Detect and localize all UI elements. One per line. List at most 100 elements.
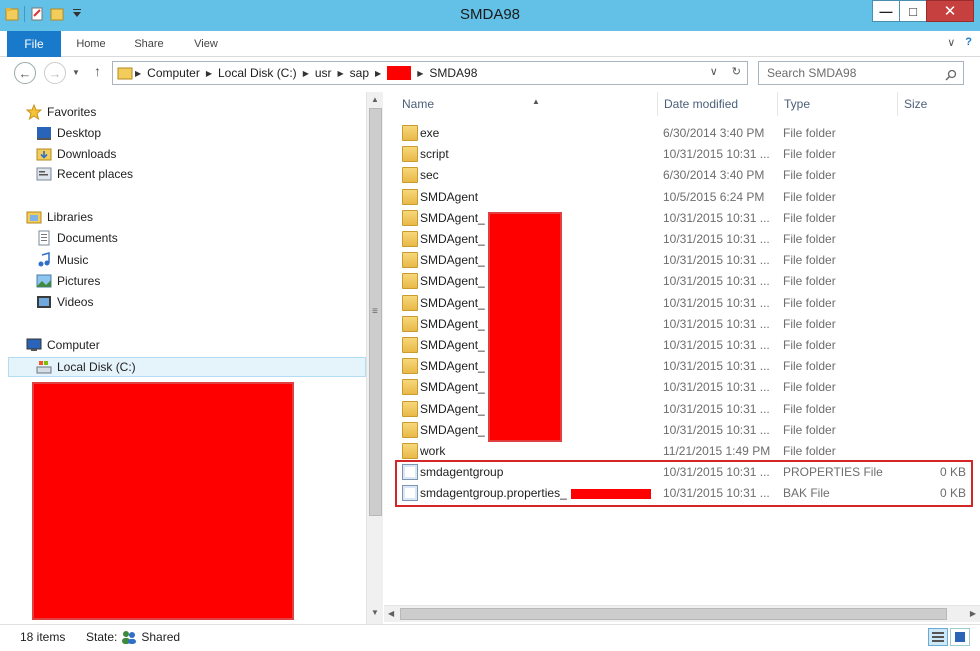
breadcrumb-current[interactable]: SMDA98	[429, 66, 477, 80]
table-row[interactable]: work 11/21/2015 1:49 PM File folder	[396, 441, 966, 462]
breadcrumb-separator-icon[interactable]: ▶	[303, 69, 309, 78]
nav-music[interactable]: Music	[36, 250, 88, 270]
nav-computer[interactable]: Computer	[26, 335, 100, 355]
folder-icon	[402, 146, 418, 163]
row-date: 10/31/2015 10:31 ...	[663, 380, 770, 395]
breadcrumb-sap[interactable]: sap	[350, 66, 369, 80]
table-row[interactable]: script 10/31/2015 10:31 ... File folder	[396, 144, 966, 165]
scrollbar-thumb[interactable]: ≡	[369, 108, 382, 516]
scroll-down-icon[interactable]: ▼	[371, 608, 379, 617]
table-row[interactable]: SMDAgent_ 10/31/2015 10:31 ... File folder	[396, 208, 966, 229]
table-row[interactable]: SMDAgent_ 10/31/2015 10:31 ... File folder	[396, 250, 966, 271]
back-arrow-icon: ←	[18, 65, 32, 81]
nav-recent-places[interactable]: Recent places	[36, 164, 133, 184]
refresh-icon[interactable]: ↻	[732, 65, 741, 78]
table-row[interactable]: SMDAgent_ 10/31/2015 10:31 ... File folder	[396, 293, 966, 314]
folder-icon	[402, 379, 418, 396]
table-row[interactable]: SMDAgent_ 10/31/2015 10:31 ... File folder	[396, 229, 966, 250]
column-header-name-label: Name	[402, 97, 435, 111]
breadcrumb-separator-icon[interactable]: ▶	[206, 69, 212, 78]
downloads-folder-icon	[36, 146, 52, 162]
redacted-region	[488, 212, 562, 442]
row-date: 10/31/2015 10:31 ...	[663, 401, 770, 416]
nav-recent-label: Recent places	[57, 167, 134, 181]
file-list-hscrollbar[interactable]: ◀ ▶	[384, 605, 980, 622]
column-header-type[interactable]: Type	[778, 92, 898, 116]
nav-local-disk[interactable]: Local Disk (C:)	[36, 357, 136, 377]
details-view-button[interactable]	[928, 628, 948, 646]
table-row[interactable]: SMDAgent_ 10/31/2015 10:31 ... File folder	[396, 377, 966, 398]
nav-documents[interactable]: Documents	[36, 228, 118, 248]
search-input[interactable]: Search SMDA98	[758, 61, 964, 85]
scrollbar-thumb[interactable]	[400, 608, 947, 620]
row-name: SMDAgent_	[420, 253, 485, 268]
nav-pane-scrollbar[interactable]: ▲ ≡ ▼	[366, 92, 383, 624]
folder-icon	[402, 315, 418, 332]
nav-videos[interactable]: Videos	[36, 292, 93, 312]
back-button[interactable]: ←	[14, 62, 36, 84]
tab-view[interactable]: View	[181, 31, 231, 57]
close-button[interactable]: ✕	[926, 0, 974, 22]
column-header-size[interactable]: Size	[898, 92, 980, 116]
file-list: Name ▲ Date modified Type Size exe 6/30/2…	[384, 92, 980, 624]
table-row[interactable]: sec 6/30/2014 3:40 PM File folder	[396, 165, 966, 186]
folder-icon	[402, 273, 418, 290]
scroll-up-icon[interactable]: ▲	[371, 95, 379, 104]
table-row[interactable]: SMDAgent_ 10/31/2015 10:31 ... File folder	[396, 356, 966, 377]
star-icon	[25, 103, 43, 121]
breadcrumb-local-disk[interactable]: Local Disk (C:)	[218, 66, 297, 80]
help-icon[interactable]: ?	[965, 36, 972, 49]
nav-downloads-label: Downloads	[57, 147, 117, 161]
breadcrumb-separator-icon[interactable]: ▶	[338, 69, 344, 78]
minimize-button[interactable]: —	[872, 0, 900, 22]
breadcrumb-computer[interactable]: Computer	[147, 66, 200, 80]
redacted-region	[32, 382, 294, 620]
table-row[interactable]: SMDAgent_ 10/31/2015 10:31 ... File folder	[396, 420, 966, 441]
maximize-button[interactable]: □	[899, 0, 927, 22]
breadcrumb-separator-icon[interactable]: ▶	[417, 69, 423, 78]
breadcrumb-separator-icon[interactable]: ▶	[375, 69, 381, 78]
large-icons-view-button[interactable]	[950, 628, 970, 646]
grip-icon: ≡	[372, 306, 378, 317]
music-icon	[36, 252, 52, 268]
expand-ribbon-icon[interactable]: ∨	[947, 36, 955, 49]
table-row[interactable]: SMDAgent_ 10/31/2015 10:31 ... File folder	[396, 314, 966, 335]
column-header-date[interactable]: Date modified	[658, 92, 778, 116]
breadcrumb-usr[interactable]: usr	[315, 66, 332, 80]
recent-locations-icon[interactable]: ▼	[72, 68, 80, 77]
up-arrow-icon[interactable]: ↑	[94, 63, 101, 79]
row-name: sec	[420, 168, 439, 183]
desktop-icon	[36, 125, 52, 141]
nav-downloads[interactable]: Downloads	[36, 144, 116, 164]
tab-home[interactable]: Home	[66, 31, 116, 57]
address-bar[interactable]: ▶ Computer ▶ Local Disk (C:) ▶ usr ▶ sap…	[112, 61, 748, 85]
forward-button[interactable]: →	[44, 62, 66, 84]
row-type: File folder	[783, 359, 836, 374]
folder-icon	[402, 188, 418, 205]
tab-share[interactable]: Share	[124, 31, 174, 57]
column-header-name[interactable]: Name ▲	[396, 92, 658, 116]
scroll-right-icon[interactable]: ▶	[970, 609, 976, 618]
state-label: State:	[86, 630, 118, 644]
nav-libraries[interactable]: Libraries	[26, 207, 93, 227]
table-row[interactable]: exe 6/30/2014 3:40 PM File folder	[396, 123, 966, 144]
row-name: work	[420, 444, 446, 458]
videos-icon	[36, 294, 52, 310]
search-icon[interactable]	[945, 66, 957, 81]
row-name: script	[420, 147, 449, 162]
nav-favorites[interactable]: Favorites	[25, 102, 96, 122]
nav-documents-label: Documents	[57, 231, 118, 245]
tab-file[interactable]: File	[7, 31, 61, 57]
nav-desktop[interactable]: Desktop	[36, 123, 101, 143]
table-row[interactable]: SMDAgent_ 10/31/2015 10:31 ... File folder	[396, 335, 966, 356]
row-date: 6/30/2014 3:40 PM	[663, 168, 765, 183]
documents-icon	[36, 230, 52, 246]
share-state: State: Shared	[86, 627, 180, 647]
history-dropdown-icon[interactable]: ∨	[710, 65, 718, 78]
table-row[interactable]: SMDAgent_ 10/31/2015 10:31 ... File folder	[396, 271, 966, 292]
table-row[interactable]: SMDAgent_ 10/31/2015 10:31 ... File folder	[396, 399, 966, 420]
breadcrumb-separator-icon[interactable]: ▶	[135, 69, 141, 78]
scroll-left-icon[interactable]: ◀	[388, 609, 394, 618]
nav-pictures[interactable]: Pictures	[36, 271, 100, 291]
table-row[interactable]: SMDAgent 10/5/2015 6:24 PM File folder	[396, 187, 966, 208]
